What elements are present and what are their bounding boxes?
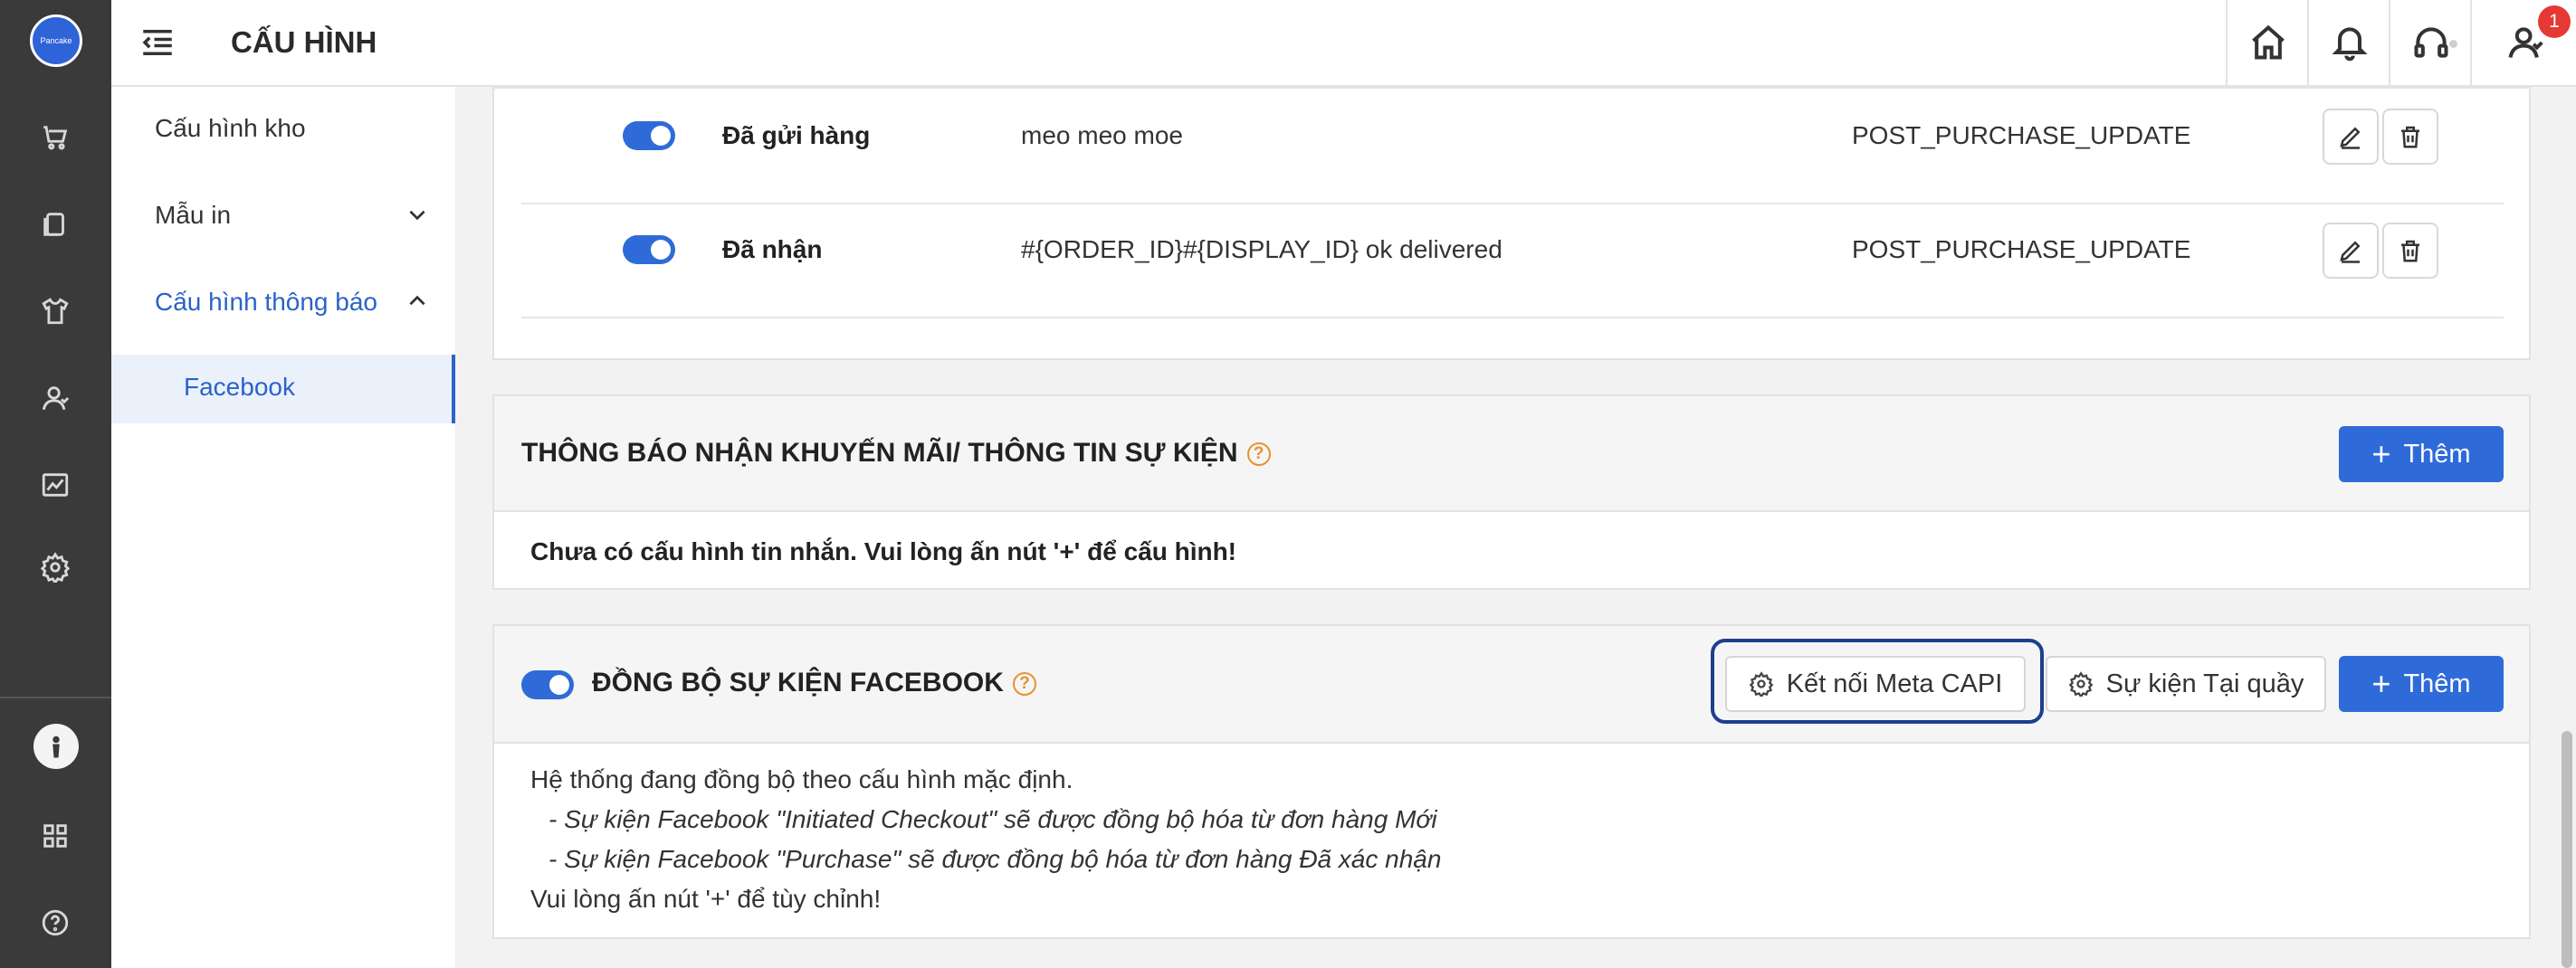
headset-icon <box>2414 27 2448 58</box>
pos-event-button[interactable]: Sự kiện Tại quầy <box>2046 656 2326 712</box>
delete-button[interactable] <box>2382 223 2438 279</box>
logo-text: Pancake <box>40 36 72 45</box>
chevron-down-icon[interactable] <box>405 203 429 226</box>
notifications-button[interactable] <box>2307 0 2390 85</box>
rail-divider <box>0 697 111 698</box>
sync-enable-toggle[interactable] <box>521 670 574 699</box>
help-icon[interactable] <box>35 903 75 943</box>
panel-header: ĐỒNG BỘ SỰ KIỆN FACEBOOK? Kết nối Meta C… <box>494 626 2529 744</box>
panel-title: THÔNG BÁO NHẬN KHUYẾN MÃI/ THÔNG TIN SỰ … <box>521 438 1271 469</box>
support-button[interactable] <box>2389 0 2472 85</box>
account-button[interactable]: 1 <box>2470 0 2576 85</box>
trash-icon <box>2401 126 2419 148</box>
cart-icon[interactable] <box>35 118 75 157</box>
sidebar-item-notifications[interactable]: Cấu hình thông báo <box>155 288 377 317</box>
trash-icon <box>2401 240 2419 262</box>
apps-icon[interactable] <box>35 816 75 856</box>
help-icon[interactable]: ? <box>1012 672 1036 697</box>
home-button[interactable] <box>2226 0 2309 85</box>
add-promo-button[interactable]: + Thêm <box>2339 426 2504 482</box>
help-icon[interactable]: ? <box>1246 442 1271 467</box>
empty-state-text: Chưa có cấu hình tin nhắn. Vui lòng ấn n… <box>530 537 1237 565</box>
row-tag: POST_PURCHASE_UPDATE <box>1852 121 2191 149</box>
edit-button[interactable] <box>2323 109 2379 165</box>
row-message: meo meo moe <box>1021 121 1183 149</box>
table-row: Đã gửi hàng meo meo moe POST_PURCHASE_UP… <box>521 89 2504 204</box>
focus-highlight <box>1711 639 2044 724</box>
add-label: Thêm <box>2403 439 2471 469</box>
notification-badge: 1 <box>2538 5 2571 38</box>
settings-sidebar: Cấu hình kho Mẫu in Cấu hình thông báo F… <box>111 87 455 968</box>
settings-icon[interactable] <box>35 547 75 587</box>
row-status: Đã gửi hàng <box>722 121 871 149</box>
panel-title-text: THÔNG BÁO NHẬN KHUYẾN MÃI/ THÔNG TIN SỰ … <box>521 438 1238 468</box>
message-config-table: Đã gửi hàng meo meo moe POST_PURCHASE_UP… <box>492 87 2531 360</box>
sync-description-line: Hệ thống đang đồng bộ theo cấu hình mặc … <box>530 765 1073 793</box>
pos-event-label: Sự kiện Tại quầy <box>2105 669 2304 698</box>
sync-description-line: Vui lòng ấn nút '+' để tùy chỉnh! <box>530 885 882 913</box>
status-dot <box>2449 40 2457 48</box>
table-row: Đã nhận #{ORDER_ID}#{DISPLAY_ID} ok deli… <box>521 203 2504 318</box>
panel-title-text: ĐỒNG BỘ SỰ KIỆN FACEBOOK <box>592 668 1004 698</box>
gear-icon <box>2068 671 2093 697</box>
avatar[interactable] <box>33 724 79 769</box>
row-enable-toggle[interactable] <box>623 235 675 264</box>
delete-button[interactable] <box>2382 109 2438 165</box>
menu-collapse-icon[interactable] <box>138 24 177 62</box>
panel-header: THÔNG BÁO NHẬN KHUYẾN MÃI/ THÔNG TIN SỰ … <box>494 396 2529 512</box>
plus-icon: + <box>2371 435 2391 472</box>
pencil-icon <box>2340 127 2361 149</box>
sidebar-subitem-label: Facebook <box>184 373 295 401</box>
sync-description-line: - Sự kiện Facebook "Purchase" sẽ được đồ… <box>549 845 1442 873</box>
sidebar-item-warehouse[interactable]: Cấu hình kho <box>155 114 306 143</box>
top-header: CẤU HÌNH 1 <box>111 0 2576 87</box>
row-status: Đã nhận <box>722 235 823 263</box>
chevron-up-icon[interactable] <box>405 289 429 313</box>
sync-description-line: - Sự kiện Facebook "Initiated Checkout" … <box>549 805 1437 833</box>
row-message: #{ORDER_ID}#{DISPLAY_ID} ok delivered <box>1021 235 1503 263</box>
add-sync-button[interactable]: + Thêm <box>2339 656 2504 712</box>
scrollbar[interactable] <box>2562 731 2572 968</box>
sidebar-item-print-templates[interactable]: Mẫu in <box>155 201 231 230</box>
promo-notification-panel: THÔNG BÁO NHẬN KHUYẾN MÃI/ THÔNG TIN SỰ … <box>492 394 2531 590</box>
app-logo[interactable]: Pancake <box>30 14 82 67</box>
edit-button[interactable] <box>2323 223 2379 279</box>
facebook-sync-panel: ĐỒNG BỘ SỰ KIỆN FACEBOOK? Kết nối Meta C… <box>492 624 2531 939</box>
page-title: CẤU HÌNH <box>231 25 377 59</box>
bell-icon <box>2332 27 2368 62</box>
chart-icon[interactable] <box>35 465 75 505</box>
pencil-icon <box>2340 241 2361 263</box>
plus-icon: + <box>2371 665 2391 702</box>
app-rail: Pancake <box>0 0 111 968</box>
row-tag: POST_PURCHASE_UPDATE <box>1852 235 2191 263</box>
panel-title: ĐỒNG BỘ SỰ KIỆN FACEBOOK? <box>592 668 1036 698</box>
home-icon <box>2252 24 2285 60</box>
shirt-icon[interactable] <box>35 291 75 331</box>
row-enable-toggle[interactable] <box>623 121 675 150</box>
add-label: Thêm <box>2403 669 2471 698</box>
customers-icon[interactable] <box>35 378 75 418</box>
orders-icon[interactable] <box>35 204 75 244</box>
sidebar-subitem-facebook[interactable]: Facebook <box>111 355 455 423</box>
